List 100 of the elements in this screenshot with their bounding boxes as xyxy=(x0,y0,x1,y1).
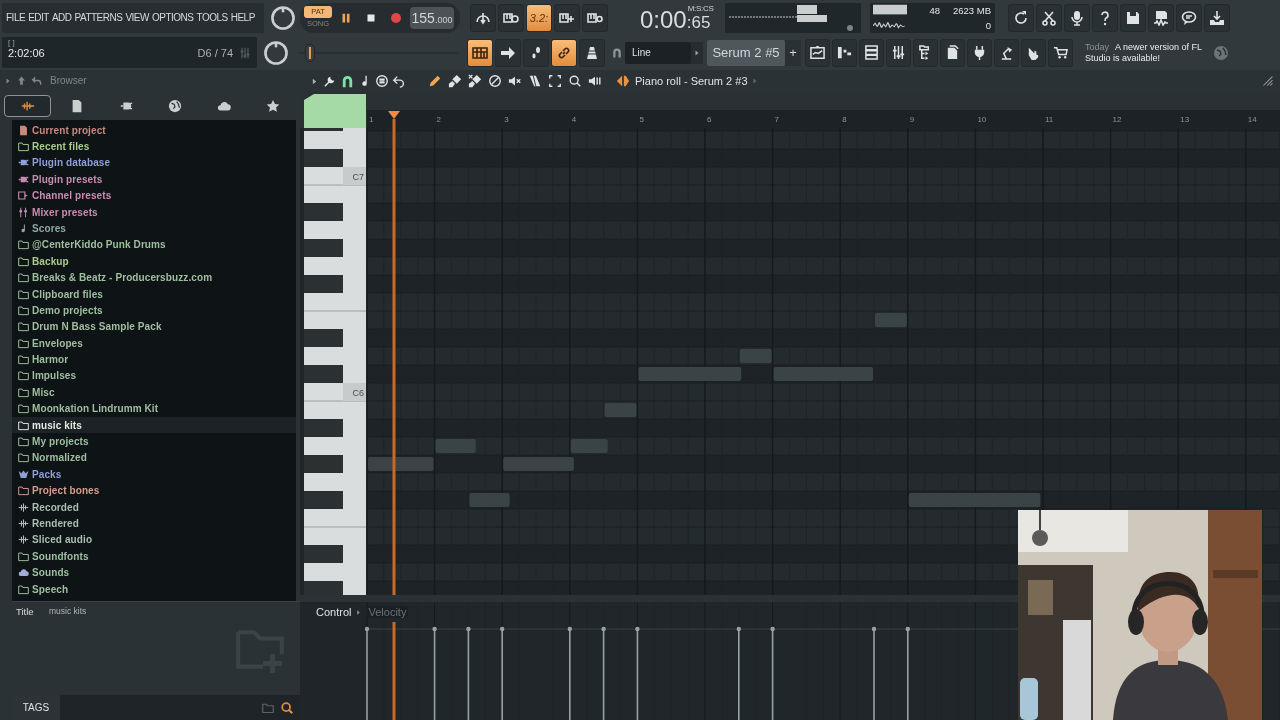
caret-right-icon[interactable] xyxy=(310,76,319,86)
velocity-stem[interactable] xyxy=(635,626,640,720)
back-arrow-icon[interactable] xyxy=(31,75,42,87)
velocity-stem[interactable] xyxy=(432,626,437,720)
tool-button[interactable] xyxy=(466,72,483,90)
piano-keyboard-drawing[interactable] xyxy=(304,128,366,595)
tool-button[interactable] xyxy=(486,72,503,90)
velocity-stem[interactable] xyxy=(601,626,606,720)
menu-item[interactable]: VIEW xyxy=(125,12,149,23)
velocity-stem[interactable] xyxy=(364,626,370,720)
snap-field[interactable]: Line xyxy=(625,41,691,64)
toolbar-button[interactable] xyxy=(913,38,938,67)
caret-right-icon[interactable] xyxy=(355,608,363,616)
velocity-stem[interactable] xyxy=(466,626,471,720)
toolbar-button[interactable] xyxy=(1204,3,1230,32)
undo-icon[interactable] xyxy=(392,74,406,88)
toolbar-button[interactable] xyxy=(1176,3,1202,32)
browser-item[interactable]: Envelopes xyxy=(12,335,296,352)
count-in-button[interactable]: 3.2: xyxy=(526,3,552,32)
browser-item[interactable]: Plugin presets xyxy=(12,171,296,188)
toolbar-button[interactable] xyxy=(579,38,605,67)
menu-item[interactable]: PATTERNS xyxy=(74,12,123,23)
search-icon[interactable] xyxy=(280,700,294,715)
browser-item[interactable]: Misc xyxy=(12,384,296,401)
browser-item[interactable]: Current project xyxy=(12,121,296,139)
menu-item[interactable]: TOOLS xyxy=(196,12,228,23)
browser-item[interactable]: Channel presets xyxy=(12,187,296,204)
menu-item[interactable]: OPTIONS xyxy=(151,12,194,23)
control-target[interactable]: Velocity xyxy=(366,606,409,618)
toolbar-button[interactable] xyxy=(1008,3,1034,32)
browser-item[interactable]: Plugin database xyxy=(12,154,296,172)
toolbar-button[interactable] xyxy=(805,38,830,67)
browser-item[interactable]: Speech xyxy=(12,580,296,598)
speaker-arrows-icon[interactable] xyxy=(616,74,630,88)
browser-item[interactable]: Mixer presets xyxy=(12,203,296,221)
circle-lines-icon[interactable] xyxy=(375,74,389,88)
browser-item[interactable]: Sliced audio xyxy=(12,531,296,549)
caret-right-icon[interactable] xyxy=(4,77,12,85)
velocity-stem[interactable] xyxy=(905,626,910,720)
browser-item[interactable]: Moonkation Lindrumm Kit xyxy=(12,400,296,417)
browser-item[interactable]: Rendered xyxy=(12,515,296,532)
browser-item[interactable]: Harmor xyxy=(12,351,296,368)
folder-icon[interactable] xyxy=(262,701,274,714)
toolbar-button[interactable] xyxy=(551,38,577,67)
browser-item[interactable]: Impulses xyxy=(12,367,296,385)
velocity-stem[interactable] xyxy=(500,626,505,720)
toolbar-button[interactable] xyxy=(582,3,608,32)
browser-item[interactable]: Sounds xyxy=(12,564,296,581)
browser-item[interactable]: Backup xyxy=(12,253,296,270)
browser-item[interactable]: Clipboard files xyxy=(12,285,296,303)
menu-item[interactable]: HELP xyxy=(230,12,255,23)
browser-item[interactable]: Normalized xyxy=(12,449,296,467)
globe-icon[interactable] xyxy=(1213,44,1229,61)
caret-button[interactable] xyxy=(691,41,703,64)
toolbar-button[interactable] xyxy=(832,38,857,67)
browser-item[interactable]: Project bones xyxy=(12,482,296,499)
velocity-stem[interactable] xyxy=(736,626,741,720)
toolbar-button[interactable] xyxy=(1064,3,1090,32)
browser-item[interactable]: Breaks & Beatz - Producersbuzz.com xyxy=(12,269,296,286)
velocity-stem[interactable] xyxy=(567,626,572,720)
toolbar-button[interactable] xyxy=(859,38,884,67)
knob-icon[interactable] xyxy=(263,39,289,66)
toolbar-button[interactable] xyxy=(940,38,965,67)
add-pattern-button[interactable]: + xyxy=(785,39,801,66)
velocity-stem[interactable] xyxy=(770,626,775,720)
resize-icon[interactable] xyxy=(1262,75,1274,87)
magnet-icon[interactable] xyxy=(340,73,355,89)
browser-tab[interactable] xyxy=(4,94,51,117)
toolbar-button[interactable] xyxy=(467,38,493,67)
browser-item[interactable]: Soundfonts xyxy=(12,548,296,565)
velocity-stem[interactable] xyxy=(871,626,877,720)
tool-button[interactable] xyxy=(546,72,563,90)
toolbar-button[interactable] xyxy=(886,38,911,67)
up-arrow-icon[interactable] xyxy=(16,75,27,87)
browser-item[interactable]: Recorded xyxy=(12,498,296,516)
tool-button[interactable] xyxy=(446,72,463,90)
tempo-field[interactable]: 155.000 xyxy=(410,6,454,29)
browser-item[interactable]: Packs xyxy=(12,466,296,483)
browser-item[interactable]: @CenterKiddo Punk Drums xyxy=(12,236,296,254)
pattern-selector[interactable]: Serum 2 #5 xyxy=(707,39,785,66)
note-grid[interactable] xyxy=(367,128,1280,595)
toolbar-button[interactable] xyxy=(1021,38,1046,67)
menu-item[interactable]: FILE xyxy=(6,12,26,23)
toolbar-button[interactable] xyxy=(1120,3,1146,32)
toolbar-button[interactable] xyxy=(495,38,521,67)
browser-item[interactable]: Demo projects xyxy=(12,302,296,319)
toolbar-button[interactable] xyxy=(1092,3,1118,32)
toolbar-button[interactable] xyxy=(554,3,580,32)
news-text[interactable]: Today A newer version of FL Studio is available! xyxy=(1085,41,1203,64)
menu-item[interactable]: EDIT xyxy=(28,12,49,23)
toolbar-button[interactable] xyxy=(1036,3,1062,32)
browser-item[interactable]: Recent files xyxy=(12,138,296,155)
browser-item[interactable]: Scores xyxy=(12,220,296,237)
note-block[interactable] xyxy=(368,457,434,471)
toolbar-button[interactable] xyxy=(470,3,496,32)
toolbar-button[interactable] xyxy=(1148,3,1174,32)
toolbar-button[interactable] xyxy=(523,38,549,67)
browser-item[interactable]: Drum N Bass Sample Pack xyxy=(12,318,296,335)
menu-item[interactable]: ADD xyxy=(51,12,72,23)
browser-item[interactable]: music kits xyxy=(12,416,296,434)
